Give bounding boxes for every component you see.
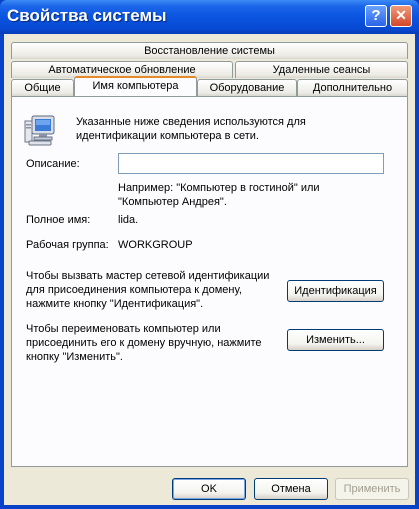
tab-remote-sessions[interactable]: Удаленные сеансы <box>235 61 408 78</box>
rename-text-line-3: кнопку "Изменить". <box>26 351 123 363</box>
close-button[interactable]: ✕ <box>390 5 412 27</box>
computer-icon <box>24 115 55 146</box>
rename-text-line-2: присоединить его к домену вручную, нажми… <box>26 337 262 349</box>
example-line-1: Например: "Компьютер в гостиной" или <box>118 182 320 194</box>
tab-general[interactable]: Общие <box>11 79 74 96</box>
help-icon: ? <box>371 7 381 24</box>
rename-text-line-1: Чтобы переименовать компьютер или <box>26 323 221 335</box>
computer-name-panel: Указанные ниже сведения используются для… <box>11 96 408 467</box>
apply-button[interactable]: Применить <box>335 478 409 500</box>
wizard-text-line-2: для присоединения компьютера к домену, <box>26 284 242 296</box>
tab-advanced[interactable]: Дополнительно <box>297 79 408 96</box>
tab-system-restore[interactable]: Восстановление системы <box>11 42 408 59</box>
system-properties-window: Свойства системы ? ✕ Восстановление сист… <box>0 0 419 509</box>
tab-hardware[interactable]: Оборудование <box>197 79 297 96</box>
close-icon: ✕ <box>395 7 407 23</box>
workgroup-label: Рабочая группа: <box>26 239 109 251</box>
workgroup-value: WORKGROUP <box>118 239 193 251</box>
wizard-text-line-3: нажмите кнопку "Идентификация". <box>26 298 204 310</box>
description-input[interactable] <box>118 153 384 174</box>
tab-computer-name[interactable]: Имя компьютера <box>74 76 197 96</box>
cancel-button[interactable]: Отмена <box>254 478 328 500</box>
fullname-value: lida. <box>118 214 139 226</box>
help-button[interactable]: ? <box>365 5 387 27</box>
identification-button[interactable]: Идентификация <box>287 280 384 302</box>
window-title: Свойства системы <box>7 6 167 25</box>
fullname-label: Полное имя: <box>26 214 91 226</box>
change-button[interactable]: Изменить... <box>287 329 384 351</box>
wizard-text-line-1: Чтобы вызвать мастер сетевой идентификац… <box>26 270 270 282</box>
dialog-client: Восстановление системы Автоматическое об… <box>4 34 415 505</box>
example-line-2: "Компьютер Андрея". <box>118 196 227 208</box>
ok-button[interactable]: OK <box>172 478 246 500</box>
intro-line-2: идентификации компьютера в сети. <box>76 130 259 142</box>
title-bar[interactable]: Свойства системы ? ✕ <box>0 0 419 34</box>
description-label: Описание: <box>26 158 80 170</box>
intro-line-1: Указанные ниже сведения используются для <box>76 116 306 128</box>
